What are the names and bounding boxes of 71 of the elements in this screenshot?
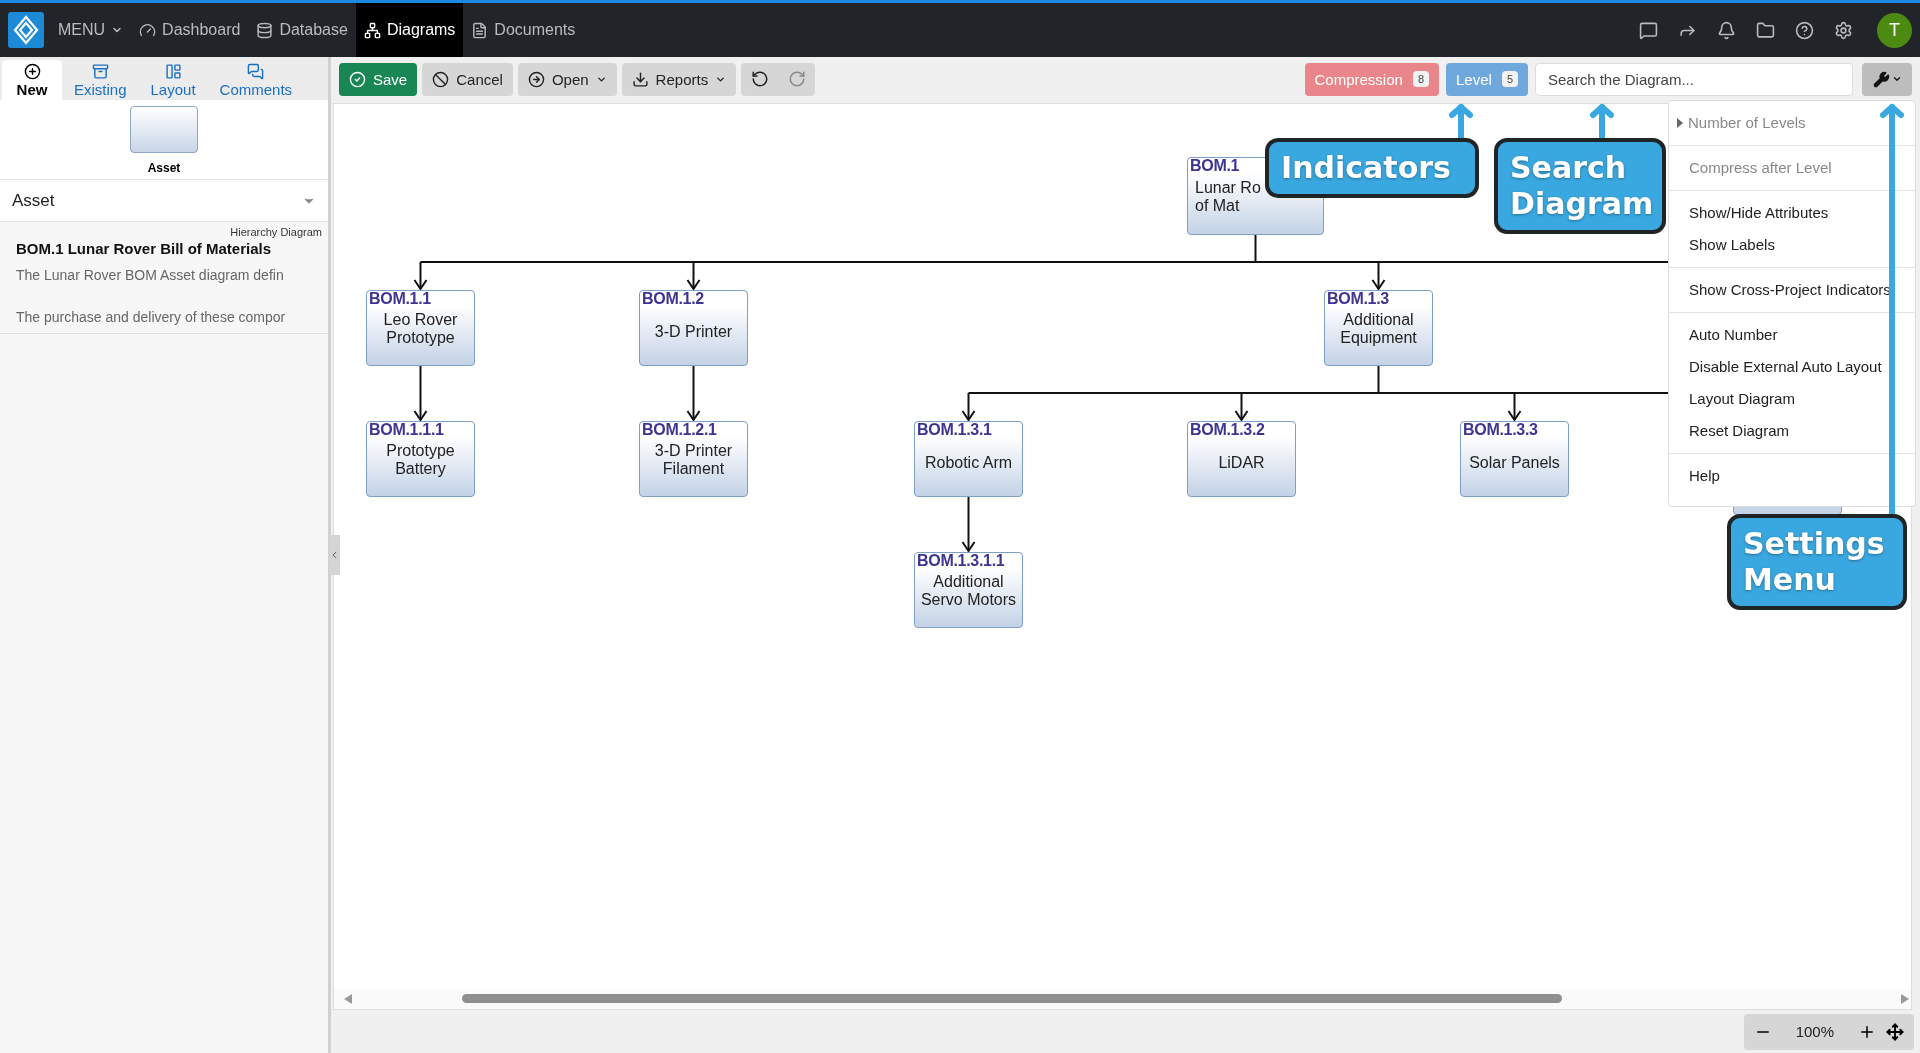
user-avatar[interactable]: T xyxy=(1877,12,1912,48)
node-id: BOM.1.3.2 xyxy=(1190,422,1266,438)
description-text: The purchase and delivery of these compor xyxy=(16,309,287,325)
node-label: Leo Rover xyxy=(382,311,459,329)
zoom-level: 100% xyxy=(1794,1023,1835,1040)
node-label: Prototype xyxy=(385,329,456,347)
indicator-button[interactable]: Compression 8 xyxy=(1304,62,1439,96)
node-id: BOM.1.1 xyxy=(369,291,432,307)
node-label: Solar Panels xyxy=(1468,454,1561,472)
diagram-node[interactable]: BOM.1.1.1 Prototype Battery xyxy=(366,421,475,497)
nav-tab[interactable]: Diagrams xyxy=(355,3,464,57)
node-id: BOM.1.3.1.1 xyxy=(917,553,1006,569)
dropdown-button[interactable]: Reports xyxy=(621,62,737,96)
callout-label: Search Diagram xyxy=(1494,138,1666,234)
menu-item[interactable]: Help xyxy=(1669,460,1915,492)
node-label: 3-D Printer xyxy=(653,323,734,341)
node-label: Filament xyxy=(661,460,726,478)
dropdown-button[interactable]: Open xyxy=(517,62,617,96)
nav-tab[interactable]: Dashboard xyxy=(131,3,249,57)
node-id: BOM.1.2 xyxy=(642,291,705,307)
description-text: The Lunar Rover BOM Asset diagram defin xyxy=(16,267,285,283)
menu-item[interactable]: Layout Diagram xyxy=(1669,383,1915,415)
diagram-node[interactable]: BOM.1.3.1.1 Additional Servo Motors xyxy=(914,552,1023,628)
diagram-node[interactable]: BOM.1.3 Additional Equipment xyxy=(1324,290,1433,366)
callout-label: Indicators xyxy=(1265,138,1479,198)
menu-item[interactable]: Reset Diagram xyxy=(1669,415,1915,447)
node-label: Additional xyxy=(1342,311,1415,329)
sidebar-tab[interactable]: New xyxy=(2,60,62,100)
node-id: BOM.1.3 xyxy=(1327,291,1390,307)
node-label: 3-D Printer xyxy=(653,442,734,460)
node-id: BOM.1.1.1 xyxy=(369,422,445,438)
sidebar-tab[interactable]: Existing xyxy=(62,60,139,100)
diagram-node[interactable]: BOM.1.1 Leo Rover Prototype xyxy=(366,290,475,366)
shape-label: Asset xyxy=(147,161,181,175)
node-label: Battery xyxy=(394,460,447,478)
diagram-node[interactable]: BOM.1.2 3-D Printer xyxy=(639,290,748,366)
menu-button[interactable]: MENU xyxy=(50,3,132,57)
diagram-node[interactable]: BOM.1.3.1 Robotic Arm xyxy=(914,421,1023,497)
menu-item[interactable]: Show Labels xyxy=(1669,229,1915,261)
sidebar-tab[interactable]: Layout xyxy=(138,60,208,100)
diagram-title: BOM.1 Lunar Rover Bill of Materials xyxy=(16,240,273,257)
save-button[interactable]: Save xyxy=(339,62,418,96)
menu-item[interactable]: Show/Hide Attributes xyxy=(1669,197,1915,229)
node-label: Servo Motors xyxy=(919,591,1018,609)
node-label: Equipment xyxy=(1339,329,1418,347)
diagram-node[interactable]: BOM.1.3.2 LiDAR xyxy=(1187,421,1296,497)
node-label: Prototype xyxy=(385,442,456,460)
node-id: BOM.1.3.3 xyxy=(1463,422,1539,438)
node-label: Additional xyxy=(932,573,1005,591)
menu-item[interactable]: Show Cross-Project Indicators xyxy=(1669,274,1915,306)
nav-tab[interactable]: Database xyxy=(248,3,356,57)
indicator-button[interactable]: Level 5 xyxy=(1446,62,1528,96)
diagram-node[interactable]: BOM.1.3.3 Solar Panels xyxy=(1460,421,1569,497)
search-field[interactable]: Search the Diagram... xyxy=(1535,62,1853,96)
count-badge: 8 xyxy=(1412,71,1429,87)
menu-item[interactable]: Disable External Auto Layout xyxy=(1669,351,1915,383)
node-label: LiDAR xyxy=(1217,454,1266,472)
callout-label: Settings Menu xyxy=(1727,514,1907,610)
menu-item[interactable]: Auto Number xyxy=(1669,319,1915,351)
count-badge: 5 xyxy=(1501,71,1518,87)
nav-tab[interactable]: Documents xyxy=(463,3,584,57)
sidebar-tab[interactable]: Comments xyxy=(207,60,305,100)
node-id: BOM.1.2.1 xyxy=(642,422,718,438)
diagram-node[interactable]: BOM.1.2.1 3-D Printer Filament xyxy=(639,421,748,497)
node-id: BOM.1.3.1 xyxy=(917,422,993,438)
node-label: Lunar Ro xyxy=(1194,179,1262,197)
type-select[interactable]: Asset xyxy=(0,180,328,222)
node-label: Robotic Arm xyxy=(923,454,1014,472)
diagram-type: Hierarchy Diagram xyxy=(230,226,322,238)
node-label: of Mat xyxy=(1194,197,1241,215)
toolbar-button[interactable]: Cancel xyxy=(422,62,513,96)
